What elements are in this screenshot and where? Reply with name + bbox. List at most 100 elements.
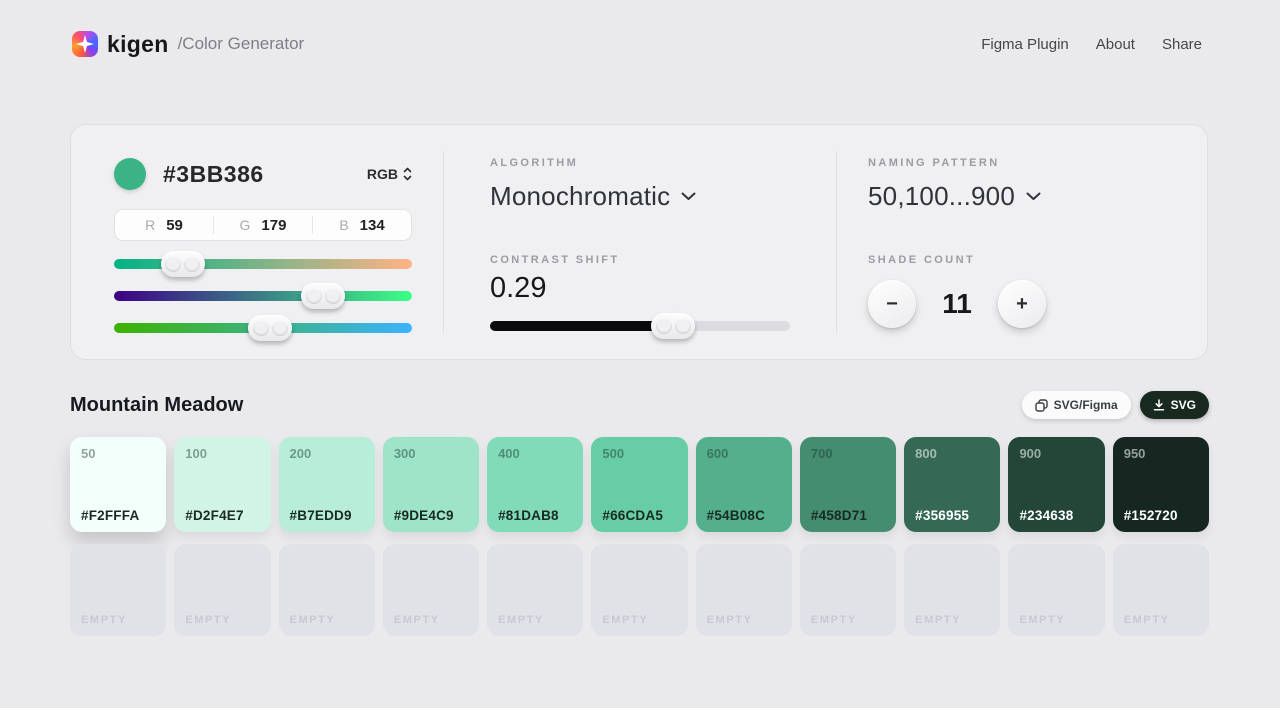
decrease-shade-count-button[interactable]: − [868,280,916,328]
copy-icon [1035,399,1048,412]
naming-pattern-value: 50,100...900 [868,181,1015,212]
page: kigen /Color Generator Figma PluginAbout… [0,0,1280,708]
shade-grid: 50 #F2FFFA 100#D2F4E7200#B7EDD9 300 #9DE4C9 4… [70,437,1209,532]
empty-slot: EMPTY [174,544,270,636]
handle-dot [184,256,200,272]
channel-g-input[interactable]: G179 [213,216,312,234]
shade-100[interactable]: 100#D2F4E7 [174,437,270,532]
shade-label: 500 [602,446,624,461]
contrast-slider[interactable] [490,313,790,339]
shade-label: 600 [707,446,729,461]
shade-count-stepper: − 11 + [868,280,1207,328]
picker-header: #3BB386 RGB [114,158,412,190]
shade-count-label: SHADE COUNT [868,254,1207,266]
shade-300[interactable]: 300 #9DE4C9 [383,437,479,532]
shade-hex: #152720 [1124,508,1178,523]
empty-label: EMPTY [811,614,857,626]
color-mode-select[interactable]: RGB [367,166,412,182]
nav-link-figma-plugin[interactable]: Figma Plugin [981,36,1069,53]
handle-dot [253,320,269,336]
naming-pattern-label: NAMING PATTERN [868,157,1207,169]
empty-slot: EMPTY [904,544,1000,636]
color-mode-label: RGB [367,166,398,182]
nav-link-share[interactable]: Share [1162,36,1202,53]
contrast-handle[interactable] [651,313,695,339]
shade-hex: #66CDA5 [602,508,663,523]
nav-link-about[interactable]: About [1096,36,1135,53]
handle-dot [656,318,672,334]
shade-50[interactable]: 50 #F2FFFA [70,437,166,532]
shade-500[interactable]: 500 #66CDA5 [591,437,687,532]
contrast-label: CONTRAST SHIFT [490,254,836,266]
chevron-down-icon [681,192,696,201]
channel-g-slider [114,283,412,309]
handle-dot [165,256,181,272]
empty-slot: EMPTY [1113,544,1209,636]
empty-grid: EMPTYEMPTYEMPTYEMPTYEMPTYEMPTYEMPTYEMPTY… [70,544,1209,636]
shade-800[interactable]: 800#356955 [904,437,1000,532]
empty-slot: EMPTY [279,544,375,636]
channel-sliders [114,251,412,341]
copy-svg-figma-button[interactable]: SVG/Figma [1022,391,1131,419]
slider-handle[interactable] [248,315,292,341]
shade-hex: #F2FFFA [81,508,139,523]
shade-400[interactable]: 400#81DAB8 [487,437,583,532]
empty-slot: EMPTY [591,544,687,636]
shade-600[interactable]: 600 #54B08C [696,437,792,532]
kigen-logo-icon [72,31,98,57]
chevron-down-icon [1026,192,1041,201]
download-svg-button[interactable]: SVG [1140,391,1209,419]
shade-label: 200 [290,446,312,461]
shade-950[interactable]: 950#152720 [1113,437,1209,532]
shade-200[interactable]: 200#B7EDD9 [279,437,375,532]
channel-value: 59 [166,217,183,234]
palette-section: Mountain Meadow SVG/Figma SVG [70,390,1209,636]
shade-900[interactable]: 900#234638 [1008,437,1104,532]
current-color-swatch[interactable] [114,158,146,190]
empty-slot: EMPTY [800,544,896,636]
handle-dot [306,288,322,304]
shade-hex: #234638 [1019,508,1073,523]
shade-hex: #356955 [915,508,969,523]
slider-track[interactable] [114,259,412,269]
empty-label: EMPTY [602,614,648,626]
algorithm-section: ALGORITHM Monochromatic CONTRAST SHIFT 0… [444,125,836,359]
empty-label: EMPTY [498,614,544,626]
contrast-fill [490,321,673,331]
handle-dot [675,318,691,334]
empty-slot: EMPTY [1008,544,1104,636]
palette-name: Mountain Meadow [70,394,243,417]
algorithm-select[interactable]: Monochromatic [490,181,696,212]
download-svg-label: SVG [1171,398,1196,412]
channel-r-slider [114,251,412,277]
channel-r-input[interactable]: R 59 [115,216,213,234]
controls-panel: #3BB386 RGB R 59 G179 B 134 ALGORITHM Monoch… [70,124,1208,360]
shade-label: 100 [185,446,207,461]
updown-icon [403,167,412,181]
channel-b-slider [114,315,412,341]
increase-shade-count-button[interactable]: + [998,280,1046,328]
header-nav: Figma Plugin About Share [981,36,1202,53]
shade-label: 50 [81,446,95,461]
shade-label: 300 [394,446,416,461]
algorithm-value: Monochromatic [490,181,670,212]
shade-hex: #458D71 [811,508,867,523]
slider-handle[interactable] [161,251,205,277]
channel-letter: R [145,217,155,233]
copy-svg-figma-label: SVG/Figma [1054,398,1118,412]
shade-700[interactable]: 700#458D71 [800,437,896,532]
color-picker-section: #3BB386 RGB R 59 G179 B 134 [71,125,443,359]
slider-track[interactable] [114,291,412,301]
shade-hex: #54B08C [707,508,765,523]
rgb-inputs: R 59 G179 B 134 [114,209,412,241]
channel-letter: B [339,217,348,233]
empty-slot: EMPTY [487,544,583,636]
hex-value-input[interactable]: #3BB386 [163,161,264,188]
naming-pattern-select[interactable]: 50,100...900 [868,181,1041,212]
shade-hex: #9DE4C9 [394,508,454,523]
naming-section: NAMING PATTERN 50,100...900 SHADE COUNT … [837,125,1207,359]
slider-handle[interactable] [301,283,345,309]
channel-value: 134 [360,217,385,234]
brand-name: kigen [107,31,169,58]
channel-b-input[interactable]: B 134 [312,216,411,234]
